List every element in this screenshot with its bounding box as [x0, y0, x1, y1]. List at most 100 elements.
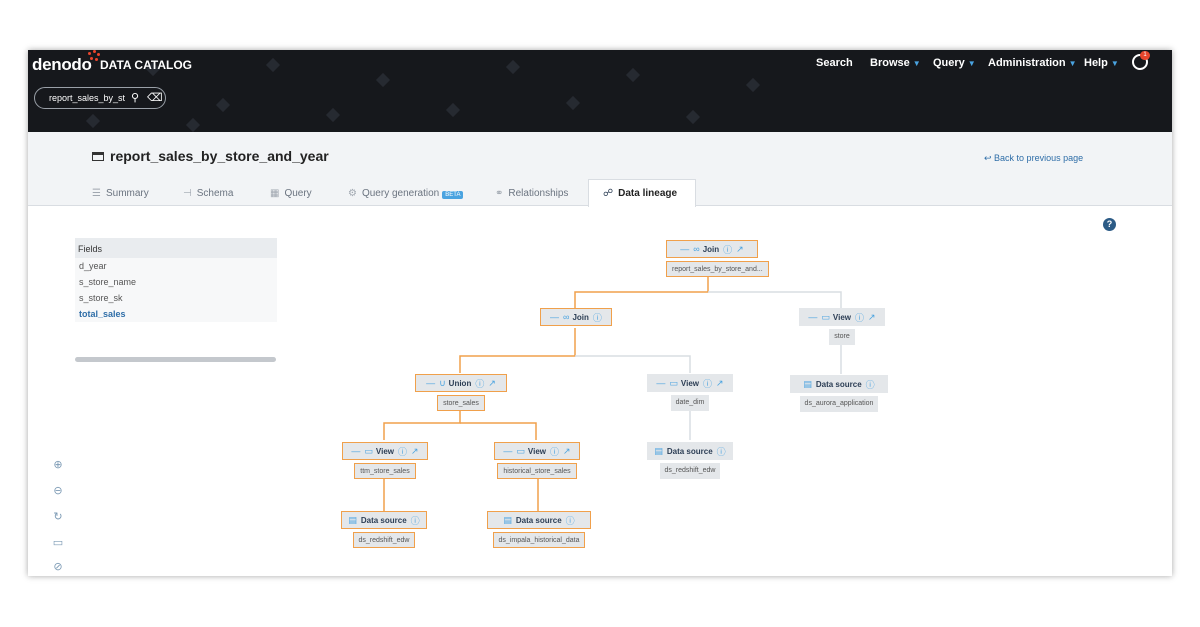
grid-icon: ▦ [270, 188, 280, 199]
info-icon[interactable]: ⓘ [866, 378, 875, 391]
nav-search[interactable]: Search [816, 57, 853, 69]
field-s-store-sk[interactable]: s_store_sk [75, 290, 277, 306]
lineage-node-ds-impala[interactable]: ▤ Data source ⓘ ds_impala_historical_data [487, 511, 591, 548]
tab-schema[interactable]: ⊣ Schema [183, 188, 233, 199]
chevron-down-icon: ▼ [1068, 59, 1077, 68]
tab-query[interactable]: ▦ Query [270, 188, 312, 199]
refresh-icon[interactable]: ↻ [51, 510, 65, 524]
export-image-icon[interactable]: ▭ [51, 536, 65, 550]
edge-join-date [575, 355, 691, 373]
tab-data-lineage-label: Data lineage [618, 188, 678, 199]
open-external-icon[interactable]: ↗ [411, 446, 419, 457]
node-header: — ▭ View ⓘ ↗ [342, 442, 428, 460]
nav-browse[interactable]: Browse ▼ [870, 57, 921, 69]
lineage-icon: ☍ [603, 188, 614, 199]
nav-help-label: Help [1084, 57, 1108, 69]
open-external-icon[interactable]: ↗ [488, 378, 496, 389]
lineage-node-view-hist[interactable]: — ▭ View ⓘ ↗ historical_store_sales [494, 442, 580, 479]
open-external-icon[interactable]: ↗ [563, 446, 571, 457]
horizontal-scrollbar[interactable] [75, 357, 276, 362]
node-label: ds_aurora_application [799, 396, 879, 412]
logo-mark-icon [86, 50, 100, 62]
node-type: View [527, 446, 547, 456]
view-icon [92, 152, 104, 161]
view-icon: ▭ [821, 311, 830, 322]
info-icon[interactable]: ⓘ [475, 377, 484, 390]
collapse-icon[interactable]: — [808, 312, 817, 322]
info-icon[interactable]: ⓘ [855, 311, 864, 324]
lineage-node-view-ttm[interactable]: — ▭ View ⓘ ↗ ttm_store_sales [342, 442, 428, 479]
field-total-sales[interactable]: total_sales [75, 306, 277, 322]
search-icon[interactable]: ⚲ [131, 91, 139, 104]
zoom-in-icon[interactable]: ⊕ [51, 458, 65, 472]
collapse-icon[interactable]: — [656, 378, 665, 388]
tab-schema-label: Schema [196, 188, 234, 199]
node-type: View [375, 446, 395, 456]
lineage-node-join[interactable]: — ∞ Join ⓘ [540, 308, 612, 326]
title-bar: report_sales_by_store_and_year ↩ Back to… [28, 132, 1172, 207]
page-title: report_sales_by_store_and_year [92, 148, 329, 164]
node-header: — ▭ View ⓘ ↗ [647, 374, 733, 392]
lineage-node-ds-redshift-date[interactable]: ▤ Data source ⓘ ds_redshift_edw [647, 442, 733, 479]
node-label: date_dim [670, 395, 710, 411]
info-icon[interactable]: ⓘ [723, 243, 732, 256]
collapse-icon[interactable]: — [426, 378, 435, 388]
collapse-icon[interactable]: — [351, 446, 360, 456]
page-title-text: report_sales_by_store_and_year [110, 148, 329, 164]
open-external-icon[interactable]: ↗ [868, 312, 876, 323]
collapse-icon[interactable]: — [503, 446, 512, 456]
node-label: ds_redshift_edw [352, 532, 416, 548]
node-header: ▤ Data source ⓘ [341, 511, 427, 529]
edge-union-hist [460, 422, 537, 440]
tab-relationships[interactable]: ⚭ Relationships [495, 188, 568, 199]
node-header: — ∞ Join ⓘ [540, 308, 612, 326]
node-type: Union [448, 378, 472, 388]
lineage-node-union[interactable]: — ∪ Union ⓘ ↗ store_sales [415, 374, 507, 411]
field-d-year[interactable]: d_year [75, 258, 277, 274]
open-external-icon[interactable]: ↗ [736, 244, 744, 255]
back-link[interactable]: ↩ Back to previous page [984, 153, 1083, 164]
info-icon[interactable]: ⓘ [398, 445, 407, 458]
tab-query-generation-label: Query generation [361, 188, 440, 199]
nav-query[interactable]: Query ▼ [933, 57, 976, 69]
field-s-store-name[interactable]: s_store_name [75, 274, 277, 290]
database-icon: ▤ [803, 378, 812, 389]
lineage-node-view-store[interactable]: — ▭ View ⓘ ↗ store [799, 308, 885, 345]
node-header: ▤ Data source ⓘ [647, 442, 733, 460]
node-type: Data source [515, 515, 562, 525]
nav-administration[interactable]: Administration ▼ [988, 57, 1077, 69]
tab-query-generation[interactable]: ⚙ Query generation BETA [348, 188, 464, 199]
join-icon: ∞ [693, 244, 700, 254]
nav-help[interactable]: Help ▼ [1084, 57, 1119, 69]
info-icon[interactable]: ⓘ [593, 311, 602, 324]
info-icon[interactable]: ⓘ [566, 514, 575, 527]
info-icon[interactable]: ⓘ [717, 445, 726, 458]
tab-data-lineage[interactable]: ☍ Data lineage [588, 179, 696, 207]
node-header: ▤ Data source ⓘ [790, 375, 888, 393]
node-label: historical_store_sales [497, 463, 577, 479]
nav-browse-label: Browse [870, 57, 910, 69]
collapse-icon[interactable]: — [550, 312, 559, 322]
info-icon[interactable]: ⓘ [703, 377, 712, 390]
tab-summary[interactable]: ☰ Summary [92, 188, 149, 199]
lineage-node-ds-aurora[interactable]: ▤ Data source ⓘ ds_aurora_application [790, 375, 888, 412]
tree-icon: ⊣ [183, 188, 192, 199]
edge-join-union [459, 328, 576, 373]
node-label: store [829, 329, 855, 345]
clear-icon[interactable]: ⌫ [147, 91, 163, 104]
hide-icon[interactable]: ⊘ [51, 560, 65, 574]
zoom-out-icon[interactable]: ⊖ [51, 484, 65, 498]
lineage-node-ds-redshift-ttm[interactable]: ▤ Data source ⓘ ds_redshift_edw [341, 511, 427, 548]
info-icon[interactable]: ⓘ [411, 514, 420, 527]
help-icon[interactable]: ? [1103, 218, 1116, 231]
collapse-icon[interactable]: — [680, 244, 689, 254]
open-external-icon[interactable]: ↗ [716, 378, 724, 389]
search-input[interactable]: report_sales_by_st ⚲ ⌫ [34, 87, 166, 109]
database-icon: ▤ [348, 514, 357, 525]
beta-badge: BETA [442, 191, 464, 199]
info-icon[interactable]: ⓘ [550, 445, 559, 458]
lineage-node-root-join[interactable]: — ∞ Join ⓘ ↗ report_sales_by_store_and... [666, 240, 769, 277]
chevron-down-icon: ▼ [912, 59, 921, 68]
logo: denodo [32, 55, 92, 74]
lineage-node-view-date[interactable]: — ▭ View ⓘ ↗ date_dim [647, 374, 733, 411]
